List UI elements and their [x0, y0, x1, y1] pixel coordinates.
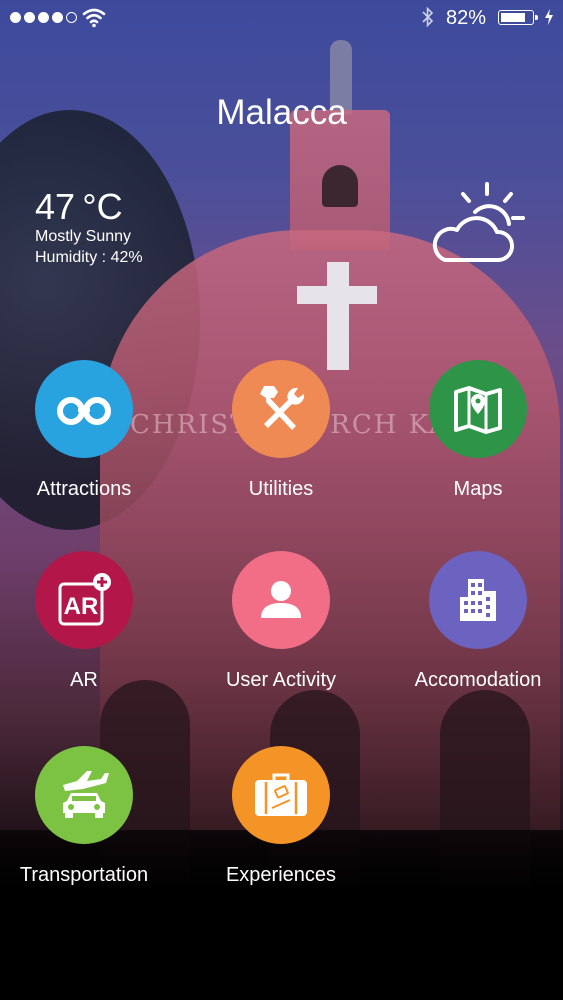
menu-transportation[interactable]: Transportation: [0, 746, 174, 887]
menu-experiences[interactable]: Experiences: [191, 746, 371, 887]
partly-cloudy-icon: [432, 182, 525, 262]
battery-icon: [498, 10, 538, 25]
wifi-icon: [82, 8, 106, 28]
map-icon: [454, 386, 502, 434]
user-activity-label: User Activity: [225, 669, 337, 691]
maps-label: Maps: [453, 478, 503, 500]
church-bell: [322, 165, 358, 207]
battery-percent: 82%: [446, 7, 487, 29]
building-icon: [460, 579, 496, 621]
signal-strength-icon: [10, 12, 77, 23]
ar-icon: AR: [58, 573, 111, 626]
status-bar: 82%: [0, 0, 563, 36]
tools-icon: [260, 386, 305, 430]
user-activity-circle[interactable]: [232, 551, 330, 649]
utilities-circle[interactable]: [232, 360, 330, 458]
user-icon: [261, 581, 301, 618]
experiences-circle[interactable]: [232, 746, 330, 844]
bluetooth-icon: [422, 6, 434, 28]
ar-circle[interactable]: AR: [35, 551, 133, 649]
temperature-unit: °C: [82, 186, 123, 227]
accomodation-label: Accomodation: [414, 669, 542, 691]
menu-user-activity[interactable]: User Activity: [191, 551, 371, 692]
temperature: 47 °C: [35, 186, 123, 227]
menu-maps[interactable]: Maps: [388, 360, 563, 501]
ar-label: AR: [70, 669, 98, 691]
menu-accomodation[interactable]: Accomodation: [388, 551, 563, 692]
menu-attractions[interactable]: Attractions: [0, 360, 174, 501]
maps-circle[interactable]: [429, 360, 527, 458]
charging-icon: [545, 9, 553, 25]
city-title: Malacca: [216, 93, 347, 132]
transportation-label: Transportation: [19, 864, 149, 886]
transportation-circle[interactable]: [35, 746, 133, 844]
attractions-label: Attractions: [36, 478, 132, 500]
menu-utilities[interactable]: Utilities: [191, 360, 371, 501]
menu-ar[interactable]: AR AR: [0, 551, 174, 692]
attractions-circle[interactable]: [35, 360, 133, 458]
accomodation-circle[interactable]: [429, 551, 527, 649]
suitcase-icon: [255, 773, 307, 816]
humidity: Humidity : 42%: [35, 249, 143, 266]
svg-text:AR: AR: [64, 593, 99, 620]
utilities-label: Utilities: [248, 478, 314, 500]
weather-condition: Mostly Sunny: [35, 228, 132, 245]
plane-car-icon: [63, 771, 109, 818]
experiences-label: Experiences: [225, 864, 337, 886]
church-cross: [327, 262, 349, 370]
binoculars-icon: [57, 397, 111, 425]
